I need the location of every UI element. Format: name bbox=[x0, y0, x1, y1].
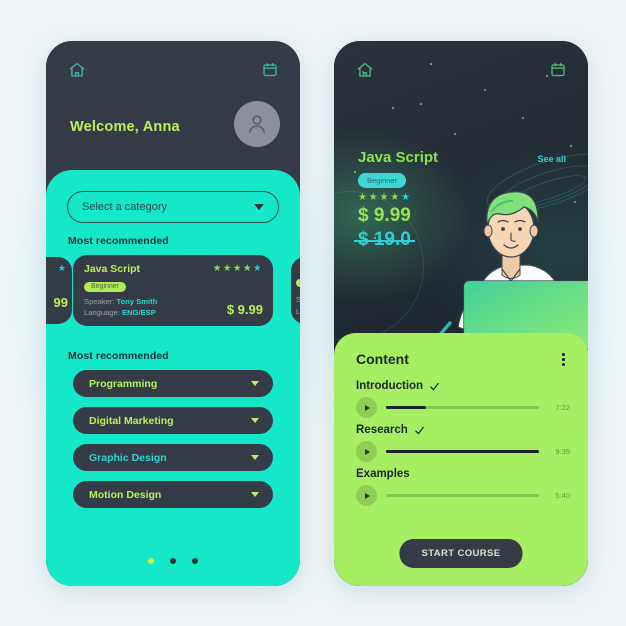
pagination-dot-2[interactable] bbox=[170, 558, 176, 564]
calendar-icon[interactable] bbox=[262, 61, 278, 83]
category-label: Graphic Design bbox=[89, 451, 167, 464]
chevron-down-icon bbox=[251, 418, 259, 423]
lesson-title: Research bbox=[356, 424, 408, 436]
phone-screen-course: Java Script See all Beginner ★★★★★ $ 9.9… bbox=[334, 41, 588, 586]
see-all-link[interactable]: See all bbox=[537, 154, 566, 164]
card-price-fragment: 99 bbox=[53, 295, 68, 310]
home-content: Select a category Most recommended ★ 99 … bbox=[46, 170, 300, 586]
home-header: Welcome, Anna bbox=[46, 41, 300, 176]
kebab-menu-icon[interactable] bbox=[559, 350, 568, 369]
course-current-price: $ 9.99 bbox=[358, 205, 411, 226]
phone-screen-home: Welcome, Anna Select a category Most rec… bbox=[46, 41, 300, 586]
language-label: Language: bbox=[84, 308, 120, 317]
lesson-player-row[interactable]: 5:40 bbox=[356, 485, 570, 506]
category-label: Motion Design bbox=[89, 488, 162, 501]
chevron-down-icon bbox=[251, 381, 259, 386]
check-icon bbox=[430, 382, 439, 390]
check-icon bbox=[415, 426, 424, 434]
course-level-badge: Beginner bbox=[358, 173, 407, 188]
speaker-label: Speaker: bbox=[84, 297, 115, 306]
calendar-icon[interactable] bbox=[550, 61, 566, 83]
category-select-placeholder: Select a category bbox=[82, 201, 167, 213]
lesson-title: Introduction bbox=[356, 380, 424, 392]
course-navbar bbox=[334, 59, 588, 85]
home-icon[interactable] bbox=[68, 61, 86, 84]
lesson-list: Introduction 7:22 Research 9:35 Examples… bbox=[356, 380, 570, 512]
course-carousel[interactable]: ★ 99 Java Script ★★★★★ Beginner Speaker:… bbox=[46, 255, 300, 341]
category-select[interactable]: Select a category bbox=[67, 191, 279, 223]
lesson-title-row: Introduction bbox=[356, 380, 570, 392]
category-label: Programming bbox=[89, 377, 158, 390]
lesson-title-row: Examples bbox=[356, 468, 570, 480]
level-badge: Beginner bbox=[84, 281, 127, 292]
user-avatar-icon bbox=[248, 115, 266, 133]
category-item-digital-marketing[interactable]: Digital Marketing bbox=[73, 407, 273, 434]
lesson-player-row[interactable]: 7:22 bbox=[356, 397, 570, 418]
chevron-down-icon bbox=[254, 204, 264, 210]
lesson-title-row: Research bbox=[356, 424, 570, 436]
language-label-fragment: L bbox=[296, 307, 300, 316]
category-item-graphic-design[interactable]: Graphic Design bbox=[73, 444, 273, 471]
pagination-dots[interactable] bbox=[46, 558, 300, 564]
course-old-price: $ 19.0 bbox=[358, 229, 411, 251]
star-icon: ★ bbox=[57, 263, 66, 273]
course-card-featured[interactable]: Java Script ★★★★★ Beginner Speaker: Tony… bbox=[73, 255, 273, 326]
language-value: ENG/ESP bbox=[122, 308, 156, 317]
play-icon[interactable] bbox=[356, 441, 377, 462]
speaker-value: Tony Smith bbox=[116, 297, 158, 306]
content-header: Content bbox=[356, 350, 568, 369]
language-line: Language: ENG/ESP bbox=[84, 307, 157, 318]
progress-bar[interactable] bbox=[386, 406, 539, 409]
pagination-dot-1[interactable] bbox=[148, 558, 154, 564]
home-icon[interactable] bbox=[356, 61, 374, 84]
lesson-item-examples[interactable]: Examples 5:40 bbox=[356, 468, 570, 506]
category-item-programming[interactable]: Programming bbox=[73, 370, 273, 397]
course-rating-stars: ★★★★★ bbox=[358, 192, 412, 203]
card-meta-row: Speaker: Tony Smith Language: ENG/ESP $ … bbox=[84, 296, 263, 318]
category-list: Programming Digital Marketing Graphic De… bbox=[73, 370, 273, 518]
play-icon[interactable] bbox=[356, 485, 377, 506]
avatar[interactable] bbox=[234, 101, 280, 147]
course-price: $ 9.99 bbox=[226, 302, 263, 317]
course-hero: Java Script See all Beginner ★★★★★ $ 9.9… bbox=[334, 41, 588, 371]
progress-bar[interactable] bbox=[386, 494, 539, 497]
speaker-label-fragment: S bbox=[296, 295, 300, 304]
course-content-panel: Content Introduction 7:22 Research 9:35 … bbox=[334, 333, 588, 586]
carousel-card-previous[interactable]: ★ 99 bbox=[46, 257, 72, 324]
card-header-row: Java Script ★★★★★ bbox=[84, 263, 263, 275]
chevron-down-icon bbox=[251, 492, 259, 497]
lesson-duration: 9:35 bbox=[555, 447, 570, 456]
section-title-recommended-2: Most recommended bbox=[68, 350, 169, 362]
greeting-text: Welcome, Anna bbox=[70, 119, 180, 135]
lesson-duration: 7:22 bbox=[555, 403, 570, 412]
category-label: Digital Marketing bbox=[89, 414, 174, 427]
lesson-player-row[interactable]: 9:35 bbox=[356, 441, 570, 462]
rating-stars: ★★★★★ bbox=[212, 263, 263, 275]
home-navbar bbox=[46, 59, 300, 85]
carousel-card-next[interactable]: S L bbox=[291, 257, 300, 324]
lesson-item-introduction[interactable]: Introduction 7:22 bbox=[356, 380, 570, 418]
course-meta: Speaker: Tony Smith Language: ENG/ESP bbox=[84, 296, 157, 318]
lesson-title: Examples bbox=[356, 468, 410, 480]
category-item-motion-design[interactable]: Motion Design bbox=[73, 481, 273, 508]
play-icon[interactable] bbox=[356, 397, 377, 418]
chevron-down-icon bbox=[251, 455, 259, 460]
progress-bar[interactable] bbox=[386, 450, 539, 453]
course-title: Java Script bbox=[84, 263, 141, 275]
content-heading: Content bbox=[356, 351, 409, 368]
start-course-button[interactable]: START COURSE bbox=[399, 539, 523, 568]
section-title-recommended-1: Most recommended bbox=[68, 235, 169, 247]
old-price-value: $ 19.0 bbox=[358, 229, 411, 250]
lesson-item-research[interactable]: Research 9:35 bbox=[356, 424, 570, 462]
level-badge-fragment bbox=[296, 279, 300, 287]
mockup-stage: Welcome, Anna Select a category Most rec… bbox=[0, 0, 626, 626]
speaker-line: Speaker: Tony Smith bbox=[84, 296, 157, 307]
lesson-duration: 5:40 bbox=[555, 491, 570, 500]
course-page-title: Java Script bbox=[358, 149, 439, 166]
pagination-dot-3[interactable] bbox=[192, 558, 198, 564]
